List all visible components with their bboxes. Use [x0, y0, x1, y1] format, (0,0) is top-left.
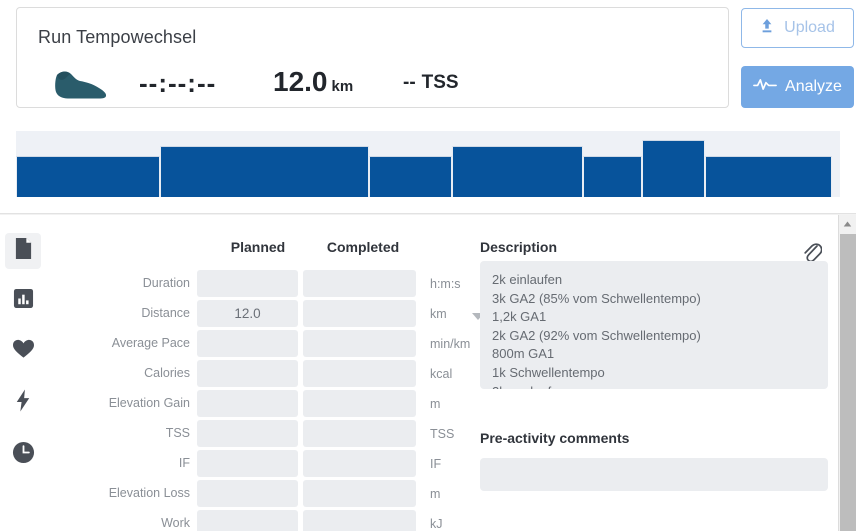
workout-structure-chart[interactable]: [16, 131, 840, 197]
sidebar-item-heart-rate[interactable]: [5, 333, 41, 369]
workout-segment-bar[interactable]: [16, 156, 160, 197]
pre-activity-comments-textarea[interactable]: [480, 458, 828, 491]
description-panel: Description Pre-activity comments: [480, 215, 840, 531]
sidebar-item-charts[interactable]: [5, 283, 41, 319]
sidebar-item-power[interactable]: [5, 385, 41, 421]
metric-unit: TSS: [430, 427, 455, 441]
metric-label: Duration: [142, 276, 190, 290]
tss-label: TSS: [421, 72, 459, 93]
metric-row: Elevation Loss m: [45, 480, 475, 510]
clock-icon: [12, 441, 35, 469]
planned-input[interactable]: [197, 450, 298, 477]
analyze-button[interactable]: Analyze: [741, 66, 854, 108]
distance-number: 12.0: [273, 66, 328, 97]
analyze-button-label: Analyze: [785, 78, 842, 95]
workout-segment-bar[interactable]: [369, 156, 452, 197]
completed-input[interactable]: [303, 360, 416, 387]
metric-row: TSS TSS: [45, 420, 475, 450]
lightning-bolt-icon: [16, 389, 30, 417]
tss-value: -- TSS: [403, 72, 459, 94]
completed-input[interactable]: [303, 450, 416, 477]
metric-label: Elevation Loss: [108, 486, 190, 500]
workout-segment-bar[interactable]: [642, 140, 705, 197]
metric-row: Calories kcal: [45, 360, 475, 390]
metric-unit: kcal: [430, 367, 453, 381]
page-title: Run Tempowechsel: [38, 27, 197, 47]
upload-button-label: Upload: [784, 19, 835, 36]
document-icon: [14, 237, 33, 265]
duration-value: --:--:--: [139, 68, 217, 98]
workout-detail-page: Run Tempowechsel --:--:-- 12.0km --TSS: [0, 0, 856, 531]
column-header-completed: Completed: [326, 239, 400, 255]
metric-row: Average Pace min/km: [45, 330, 475, 360]
completed-input[interactable]: [303, 480, 416, 507]
workout-segment-bar[interactable]: [583, 156, 642, 197]
description-title: Description: [480, 239, 558, 255]
completed-input[interactable]: [303, 270, 416, 297]
detail-sidebar: [0, 215, 45, 531]
metric-label: Average Pace: [111, 336, 190, 350]
metric-label: Work: [161, 516, 190, 530]
workout-segment-bar[interactable]: [160, 146, 369, 197]
workout-summary-card: Run Tempowechsel --:--:-- 12.0 km -- TSS: [16, 7, 729, 108]
metric-row: Work kJ: [45, 510, 475, 531]
metric-row: Elevation Gain m: [45, 390, 475, 420]
running-shoe-icon: [53, 66, 109, 100]
completed-input[interactable]: [303, 300, 416, 327]
completed-input[interactable]: [303, 390, 416, 417]
completed-input[interactable]: [303, 510, 416, 531]
metric-unit: kJ: [430, 517, 443, 531]
heart-icon: [12, 338, 35, 364]
metric-label: Elevation Gain: [108, 396, 190, 410]
metric-label: Calories: [144, 366, 190, 380]
vertical-scrollbar[interactable]: [838, 215, 856, 531]
planned-input[interactable]: [197, 330, 298, 357]
description-textarea[interactable]: [480, 261, 828, 389]
planned-input[interactable]: [197, 270, 298, 297]
planned-input[interactable]: [197, 420, 298, 447]
metric-row: IF IF: [45, 450, 475, 480]
metric-unit: m: [430, 487, 441, 501]
upload-button[interactable]: Upload: [741, 8, 854, 48]
tss-number: --: [403, 72, 416, 93]
planned-input[interactable]: [197, 510, 298, 531]
workout-header: Run Tempowechsel --:--:-- 12.0km --TSS: [0, 0, 856, 120]
metric-unit: m: [430, 397, 441, 411]
pre-activity-comments-title: Pre-activity comments: [480, 430, 630, 446]
completed-input[interactable]: [303, 330, 416, 357]
sidebar-item-document[interactable]: [5, 233, 41, 269]
metric-unit: h:m:s: [430, 277, 461, 291]
waveform-icon: [753, 78, 777, 96]
metric-unit: min/km: [430, 337, 471, 351]
metric-label: TSS: [165, 426, 190, 440]
upload-arrow-icon: [760, 18, 774, 39]
metric-row: Duration h:m:s: [45, 270, 475, 300]
metrics-form: Planned Completed Duration h:m:s Distance k…: [45, 215, 484, 531]
scrollbar-thumb[interactable]: [840, 234, 856, 531]
metric-unit: km: [430, 307, 447, 321]
scroll-up-arrow-icon[interactable]: [839, 215, 856, 232]
column-header-planned: Planned: [230, 239, 286, 255]
workout-segment-bar[interactable]: [452, 146, 583, 197]
metric-label: Distance: [141, 306, 190, 320]
planned-input[interactable]: [197, 390, 298, 417]
planned-input[interactable]: [197, 360, 298, 387]
planned-input[interactable]: [197, 480, 298, 507]
sidebar-item-time[interactable]: [5, 437, 41, 473]
metric-unit: IF: [430, 457, 442, 471]
metric-row: Distance km: [45, 300, 484, 330]
completed-input[interactable]: [303, 420, 416, 447]
distance-value: 12.0 km: [273, 66, 353, 98]
workout-segment-bar[interactable]: [705, 156, 832, 197]
metric-label: IF: [178, 456, 190, 470]
distance-unit: km: [331, 78, 354, 95]
planned-input[interactable]: [197, 300, 298, 327]
bar-chart-icon: [13, 288, 34, 314]
